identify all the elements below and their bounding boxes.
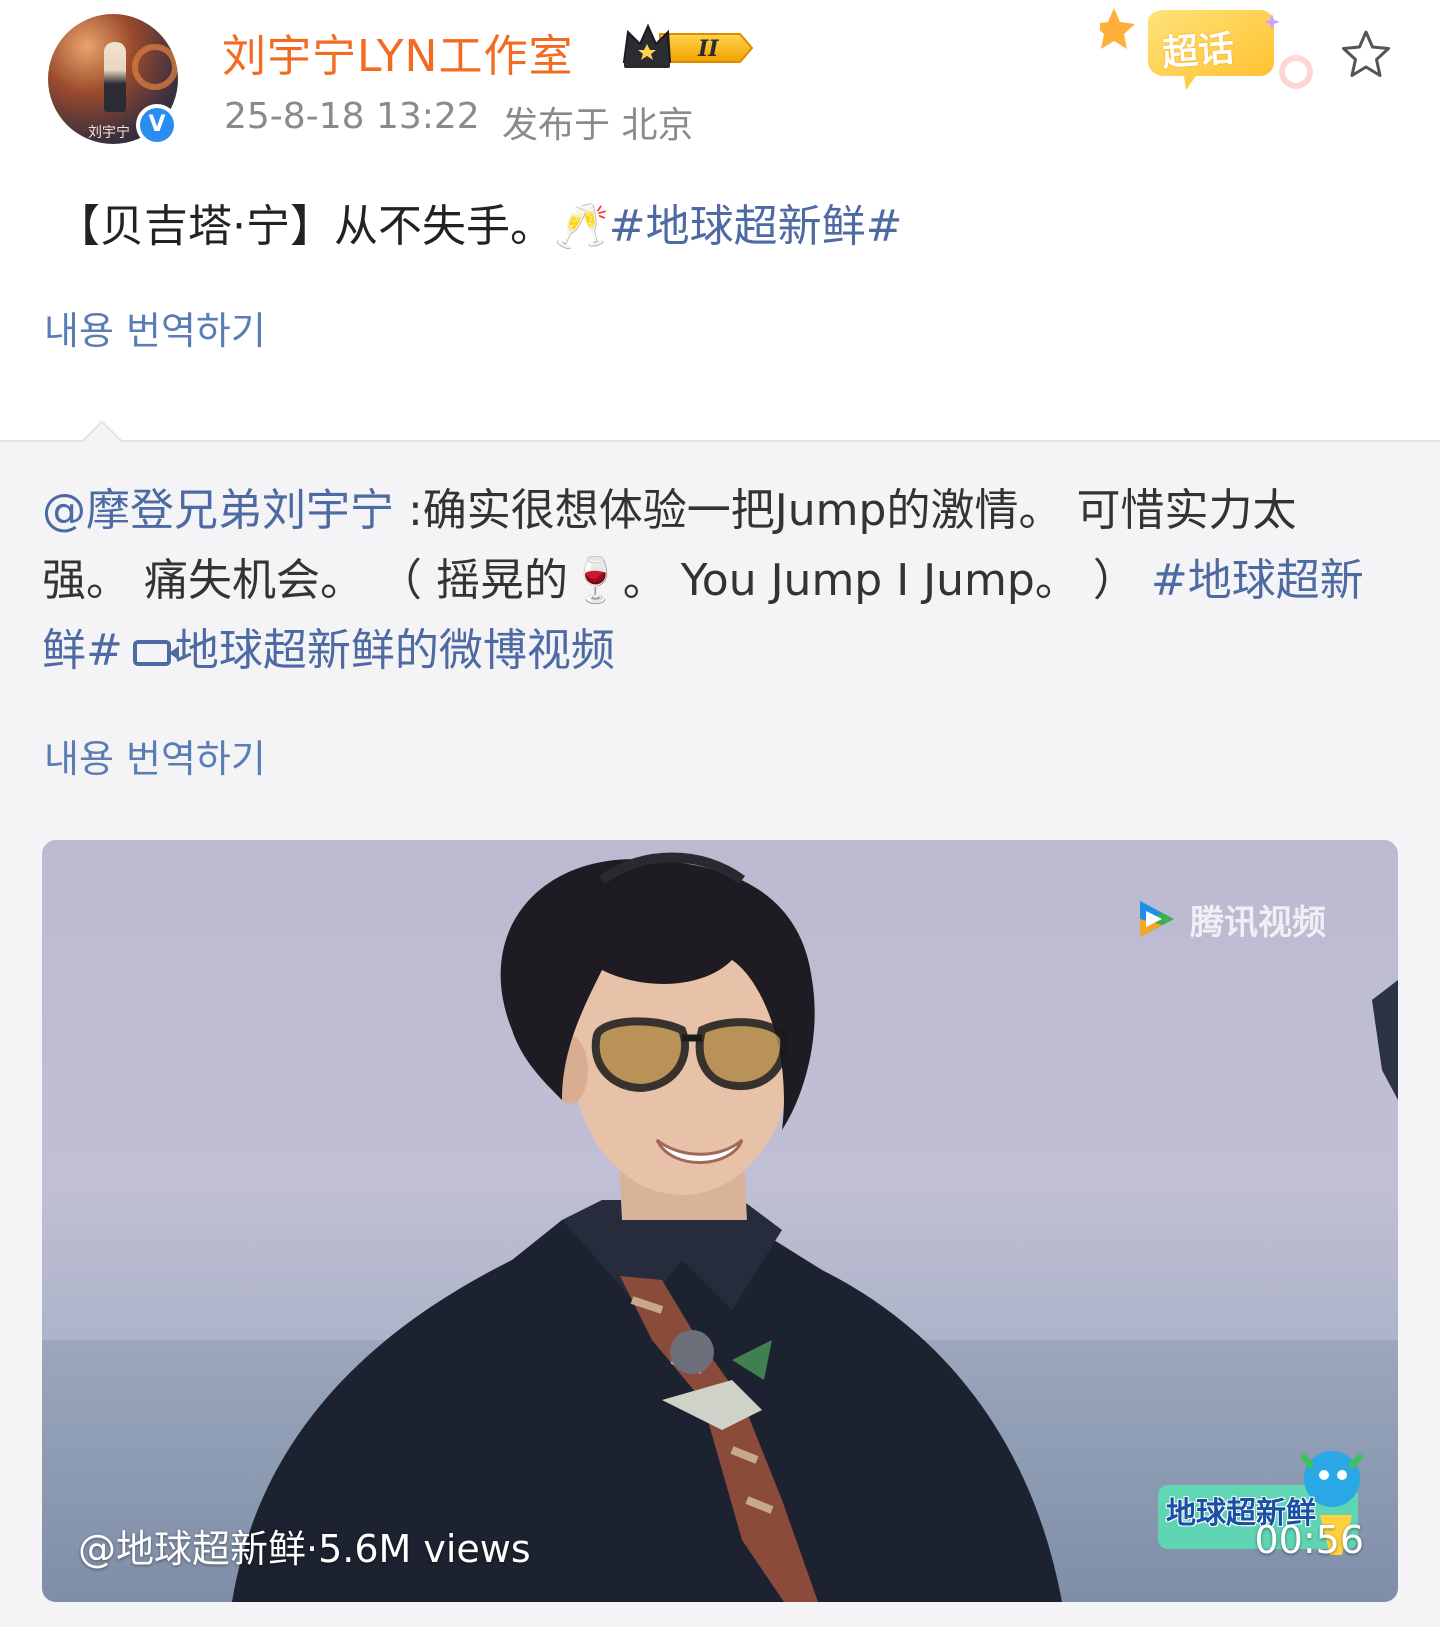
translate-post-button[interactable]: 내용 번역하기 bbox=[44, 300, 266, 355]
emoji-cheers: 🥂 bbox=[554, 201, 609, 252]
avatar-signature: 刘宇宁 bbox=[88, 125, 130, 141]
video-camera-icon bbox=[132, 640, 179, 666]
post-text: 【贝吉塔·宁】从不失手。 bbox=[56, 201, 554, 252]
repost-author-mention[interactable]: @摩登兄弟刘宇宁 bbox=[42, 485, 394, 536]
post-content: 【贝吉塔·宁】从不失手。🥂#地球超新鲜# bbox=[56, 190, 903, 254]
repost-text-tail: 。 You Jump I Jump。 ） bbox=[622, 555, 1137, 606]
member-level-text: II bbox=[697, 36, 719, 62]
post-timestamp: 25-8-18 13:22 bbox=[224, 96, 480, 137]
video-duration: 00:56 bbox=[1254, 1518, 1364, 1562]
weibo-video-link[interactable]: 地球超新鲜的微博视频 bbox=[175, 625, 615, 676]
repost-content: @摩登兄弟刘宇宁 :确实很想体验一把Jump的激情。 可惜实力太强。 痛失机会。… bbox=[42, 476, 1372, 686]
avatar-figure bbox=[104, 42, 126, 112]
post-location: 发布于 北京 bbox=[502, 105, 694, 146]
video-source-views: @地球超新鲜·5.6M views bbox=[78, 1527, 531, 1571]
repost-notch bbox=[82, 420, 122, 460]
author-name[interactable]: 刘宇宁LYN工作室 bbox=[222, 20, 573, 84]
tencent-play-icon bbox=[1140, 901, 1174, 937]
post-header: 刘宇宁 V 刘宇宁LYN工作室 II 25-8-18 13:22 发布于 北京 bbox=[0, 0, 1440, 170]
member-crown-badge-icon[interactable]: II bbox=[620, 22, 758, 74]
video-player[interactable]: 腾讯视频 地球超新鲜 @地球超新鲜·5.6M views 00:56 bbox=[42, 840, 1398, 1602]
emoji-wine: 🍷 bbox=[567, 555, 623, 606]
verified-icon: V bbox=[136, 104, 178, 146]
tencent-video-text: 腾讯视频 bbox=[1190, 902, 1326, 943]
translate-repost-button[interactable]: 내용 번역하기 bbox=[44, 728, 266, 783]
favorite-star-icon[interactable] bbox=[1338, 28, 1394, 84]
supertopic-label[interactable]: 超话 bbox=[1160, 20, 1236, 77]
post-hashtag-link[interactable]: #地球超新鲜# bbox=[609, 201, 903, 252]
tencent-video-watermark: 腾讯视频 bbox=[1132, 894, 1326, 944]
avatar-decoration bbox=[132, 44, 178, 90]
